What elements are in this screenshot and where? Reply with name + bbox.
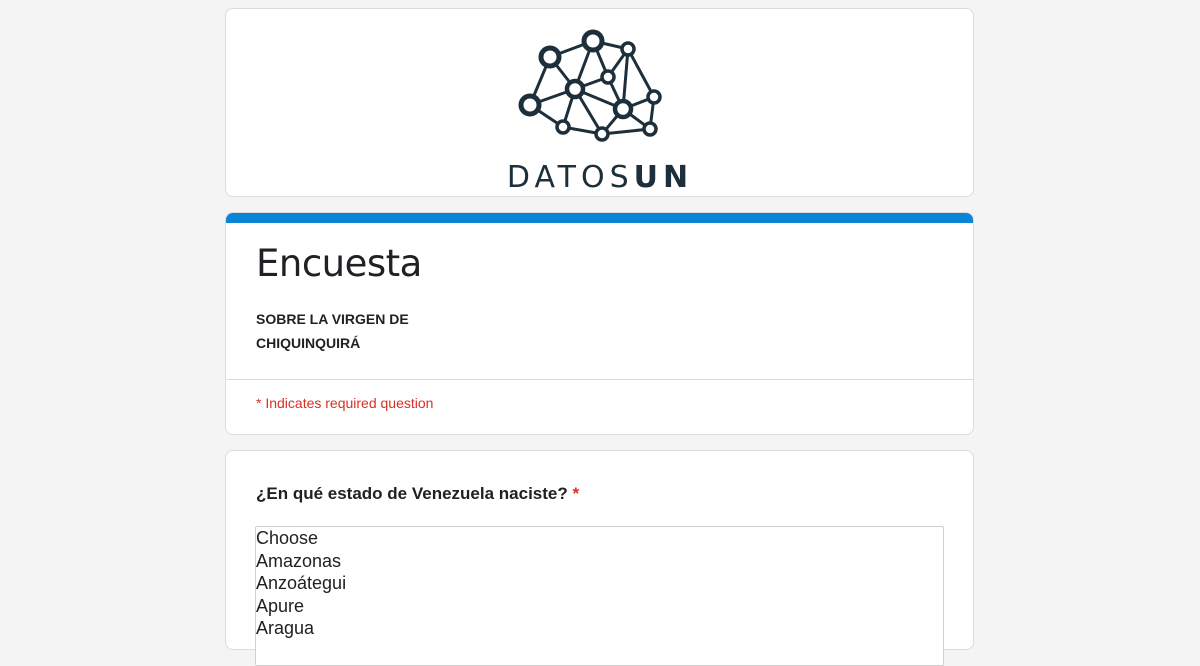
form-title-card: Encuesta SOBRE LA VIRGEN DE CHIQUINQUIRÁ… [225,212,974,435]
datosun-logo: DATOSUN [226,19,973,194]
question-card: ¿En qué estado de Venezuela naciste? * C… [225,450,974,666]
question-text: ¿En qué estado de Venezuela naciste? [256,484,568,503]
title-accent-bar [226,213,973,223]
form-description-line-1: SOBRE LA VIRGEN DE [256,311,409,327]
select-option[interactable]: Anzoátegui [256,572,943,595]
network-graph-icon: DATOSUN [506,29,692,194]
question-label: ¿En qué estado de Venezuela naciste? * [256,484,579,504]
form-description-line-2: CHIQUINQUIRÁ [256,335,361,351]
select-option[interactable]: Choose [256,527,943,550]
logo-text-light: DATOS [506,160,633,194]
state-select-listbox[interactable]: Choose Amazonas Anzoátegui Apure Aragua [255,526,944,666]
divider [226,379,973,380]
form-title: Encuesta [256,242,422,285]
select-option[interactable]: Amazonas [256,550,943,573]
logo-text-bold: UN [633,160,692,194]
required-note: * Indicates required question [256,395,434,411]
required-asterisk: * [572,484,580,503]
select-option[interactable]: Aragua [256,617,943,640]
select-option[interactable]: Apure [256,595,943,618]
svg-text:DATOSUN: DATOSUN [506,160,692,194]
form-description: SOBRE LA VIRGEN DE CHIQUINQUIRÁ [256,307,486,355]
header-image-card: DATOSUN [225,8,974,197]
